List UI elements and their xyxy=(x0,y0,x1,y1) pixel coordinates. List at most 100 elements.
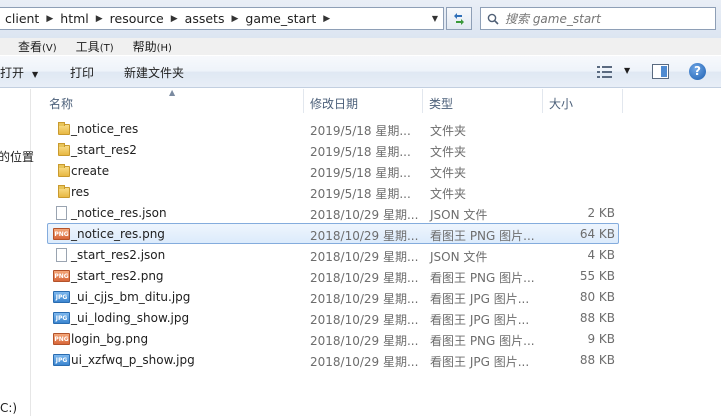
menu-view[interactable]: 查看(V) xyxy=(18,38,64,55)
help-icon[interactable]: ? xyxy=(689,63,706,80)
document-icon-shape xyxy=(56,206,67,220)
file-row[interactable]: _notice_res.json 2018/10/29 星期... JSON 文件 2… xyxy=(47,202,619,223)
file-row[interactable]: _start_res2 2019/5/18 星期... 文件夹 xyxy=(47,139,619,160)
jpg-badge: JPG xyxy=(53,354,70,366)
chevron-down-icon: ▼ xyxy=(32,70,39,79)
file-row[interactable]: PNG login_bg.png 2018/10/29 星期... 看图王 PNG 图… xyxy=(47,328,619,349)
png-image-icon: PNG xyxy=(52,227,70,241)
search-icon xyxy=(487,13,499,25)
breadcrumb-item-resource[interactable]: resource xyxy=(105,11,169,26)
open-button[interactable]: 打开 ▼ xyxy=(0,64,38,81)
address-dropdown-icon[interactable]: ▼ xyxy=(426,7,444,30)
file-row[interactable]: PNG _notice_res.png 2018/10/29 星期... 看图王 PN… xyxy=(47,223,619,244)
column-divider[interactable] xyxy=(422,89,423,113)
address-bar-row: client ▶ html ▶ resource ▶ assets ▶ game… xyxy=(0,0,721,38)
address-bar[interactable]: client ▶ html ▶ resource ▶ assets ▶ game… xyxy=(0,7,444,30)
jpg-image-icon: JPG xyxy=(52,353,70,367)
file-row[interactable]: create 2019/5/18 星期... 文件夹 xyxy=(47,160,619,181)
file-row[interactable]: PNG _start_res2.png 2018/10/29 星期... 看图王 PN… xyxy=(47,265,619,286)
view-options-dropdown-icon[interactable]: ▼ xyxy=(624,66,630,75)
file-size: 2 KB xyxy=(587,206,615,220)
file-date: 2018/10/29 星期... xyxy=(310,208,419,222)
file-type: 文件夹 xyxy=(430,166,467,180)
file-type: 看图王 JPG 图片... xyxy=(430,355,530,369)
column-divider[interactable] xyxy=(542,89,543,113)
column-name-header[interactable]: 名称 xyxy=(49,95,73,112)
file-type: 看图王 PNG 图片... xyxy=(430,229,535,243)
folder-icon-shape xyxy=(58,185,70,198)
file-size: 80 KB xyxy=(579,290,615,304)
nav-item-drive-c[interactable]: C:) xyxy=(0,401,17,415)
jpg-badge: JPG xyxy=(53,312,70,324)
file-row[interactable]: _notice_res 2019/5/18 星期... 文件夹 xyxy=(47,118,619,139)
file-size: 55 KB xyxy=(579,269,615,283)
breadcrumb-chevron-icon[interactable]: ▶ xyxy=(169,14,180,24)
file-type: 看图王 JPG 图片... xyxy=(430,313,530,327)
png-image-icon: PNG xyxy=(52,269,70,283)
file-name: create xyxy=(71,164,110,178)
file-type: 看图王 PNG 图片... xyxy=(430,334,535,348)
file-row[interactable]: JPG _ui_loding_show.jpg 2018/10/29 星期... 看图… xyxy=(47,307,619,328)
file-row[interactable]: res 2019/5/18 星期... 文件夹 xyxy=(47,181,619,202)
folder-icon xyxy=(52,143,70,157)
folder-icon-shape xyxy=(58,143,70,156)
view-options-icon[interactable] xyxy=(597,65,613,79)
file-size: 9 KB xyxy=(587,332,615,346)
column-divider[interactable] xyxy=(303,89,304,113)
file-name: _ui_cjjs_bm_ditu.jpg xyxy=(71,290,191,304)
file-size: 88 KB xyxy=(579,353,615,367)
open-button-label: 打开 xyxy=(0,66,25,80)
menu-tools[interactable]: 工具(T) xyxy=(76,38,121,55)
file-type: JSON 文件 xyxy=(430,208,488,222)
preview-pane-icon[interactable] xyxy=(652,64,669,79)
file-name: ui_xzfwq_p_show.jpg xyxy=(71,353,195,367)
menu-view-label: 查看 xyxy=(18,40,43,54)
file-type: 文件夹 xyxy=(430,187,467,201)
file-date: 2019/5/18 星期... xyxy=(310,166,411,180)
file-date: 2018/10/29 星期... xyxy=(310,292,419,306)
file-date: 2018/10/29 星期... xyxy=(310,271,419,285)
file-row[interactable]: _start_res2.json 2018/10/29 星期... JSON 文件 4… xyxy=(47,244,619,265)
command-toolbar: 打开 ▼ 打印 新建文件夹 ▼ ? xyxy=(0,56,721,88)
column-type-header[interactable]: 类型 xyxy=(429,95,453,112)
menubar: 查看(V) 工具(T) 帮助(H) xyxy=(0,38,721,55)
breadcrumb-chevron-icon[interactable]: ▶ xyxy=(44,14,55,24)
menu-help-accel: (H) xyxy=(156,43,172,54)
file-size: 88 KB xyxy=(579,311,615,325)
new-folder-button[interactable]: 新建文件夹 xyxy=(124,64,184,81)
breadcrumb-item-client[interactable]: client xyxy=(0,11,44,26)
refresh-button[interactable] xyxy=(446,7,472,30)
png-image-icon: PNG xyxy=(52,332,70,346)
document-icon xyxy=(52,248,68,262)
breadcrumb-item-assets[interactable]: assets xyxy=(180,11,230,26)
breadcrumb-chevron-icon[interactable]: ▶ xyxy=(321,14,332,24)
column-date-header[interactable]: 修改日期 xyxy=(310,95,358,112)
document-icon xyxy=(52,206,68,220)
file-name: login_bg.png xyxy=(71,332,149,346)
file-name: _start_res2 xyxy=(71,143,137,157)
column-size-header[interactable]: 大小 xyxy=(549,95,573,112)
print-button[interactable]: 打印 xyxy=(70,64,94,81)
breadcrumb-item-html[interactable]: html xyxy=(55,11,93,26)
file-name: _notice_res.json xyxy=(71,206,167,220)
file-name: res xyxy=(71,185,90,199)
navigation-pane: 的位置 C:) xyxy=(0,89,34,416)
menu-help[interactable]: 帮助(H) xyxy=(133,38,179,55)
column-divider[interactable] xyxy=(622,89,623,113)
file-row[interactable]: JPG _ui_cjjs_bm_ditu.jpg 2018/10/29 星期... 看… xyxy=(47,286,619,307)
refresh-icon xyxy=(454,12,464,25)
nav-item-locations[interactable]: 的位置 xyxy=(0,148,34,165)
file-name: _notice_res xyxy=(71,122,139,136)
folder-icon xyxy=(52,185,70,199)
breadcrumb-chevron-icon[interactable]: ▶ xyxy=(229,14,240,24)
file-date: 2019/5/18 星期... xyxy=(310,145,411,159)
file-type: JSON 文件 xyxy=(430,250,488,264)
file-row[interactable]: JPG ui_xzfwq_p_show.jpg 2018/10/29 星期... 看图… xyxy=(47,349,619,370)
search-box[interactable] xyxy=(480,7,716,30)
file-size: 4 KB xyxy=(587,248,615,262)
file-date: 2019/5/18 星期... xyxy=(310,187,411,201)
search-input[interactable] xyxy=(505,11,705,26)
breadcrumb-item-game-start[interactable]: game_start xyxy=(240,11,321,26)
breadcrumb-chevron-icon[interactable]: ▶ xyxy=(94,14,105,24)
png-badge: PNG xyxy=(53,333,70,345)
